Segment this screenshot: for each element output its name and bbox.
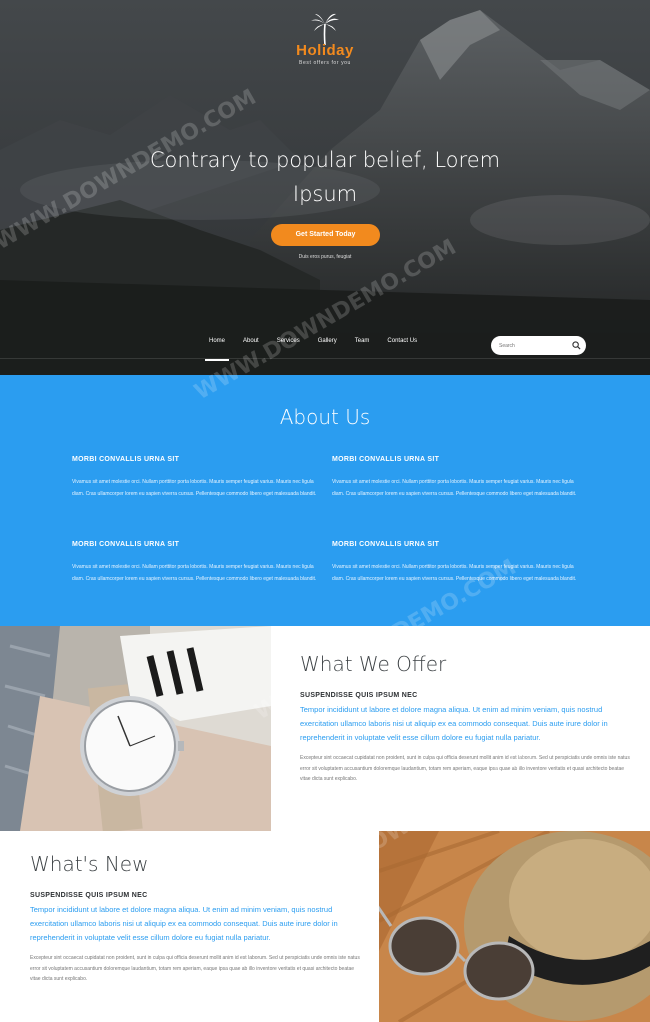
new-lead-text: Tempor incididunt ut labore et dolore ma…	[30, 905, 338, 942]
brand-logo[interactable]: Holiday Best offers for you	[0, 12, 650, 66]
about-item-text: Vivamus sit amet molestie orci. Nullam p…	[332, 564, 577, 582]
about-item-text: Vivamus sit amet molestie orci. Nullam p…	[72, 564, 317, 582]
nav-item-services[interactable]: Services	[268, 336, 309, 360]
about-item: MORBI CONVALLIS URNA SIT Vivamus sit ame…	[332, 456, 582, 500]
nav-item-about[interactable]: About	[234, 336, 268, 360]
hero-banner: Holiday Best offers for you Contrary to …	[0, 0, 650, 375]
about-title: About Us	[279, 405, 371, 429]
hero-title-line2: Ipsum	[292, 182, 358, 206]
brand-name: Holiday	[296, 42, 354, 59]
new-body-text: Excepteur sint occaecat cupidatat non pr…	[30, 955, 360, 982]
nav-item-home[interactable]: Home	[200, 336, 234, 361]
watch-illustration	[0, 626, 271, 831]
main-nav: Home About Services Gallery Team Contact…	[200, 336, 426, 361]
hero-title-line1: Contrary to popular belief, Lorem	[149, 148, 501, 172]
about-item-heading: MORBI CONVALLIS URNA SIT	[72, 541, 180, 548]
nav-item-gallery[interactable]: Gallery	[309, 336, 346, 360]
new-title: What's New	[30, 852, 149, 876]
watch-photo	[0, 626, 271, 831]
about-item: MORBI CONVALLIS URNA SIT Vivamus sit ame…	[332, 541, 582, 585]
about-item: MORBI CONVALLIS URNA SIT Vivamus sit ame…	[72, 456, 322, 500]
about-section: About Us MORBI CONVALLIS URNA SIT Vivamu…	[0, 375, 650, 626]
offer-lead-text: Tempor incididunt ut labore et dolore ma…	[300, 705, 608, 742]
about-item-text: Vivamus sit amet molestie orci. Nullam p…	[72, 479, 317, 497]
what-we-offer-section: What We Offer SUSPENDISSE QUIS IPSUM NEC…	[300, 652, 630, 785]
offer-body-text: Excepteur sint occaecat cupidatat non pr…	[300, 755, 630, 782]
offer-subtitle: SUSPENDISSE QUIS IPSUM NEC	[300, 692, 418, 699]
get-started-button[interactable]: Get Started Today	[271, 224, 380, 246]
new-subtitle: SUSPENDISSE QUIS IPSUM NEC	[30, 892, 148, 899]
palm-tree-icon	[311, 13, 339, 46]
brand-tagline: Best offers for you	[299, 60, 351, 66]
about-item-heading: MORBI CONVALLIS URNA SIT	[72, 456, 180, 463]
hat-sunglasses-photo	[379, 831, 650, 1022]
about-item-heading: MORBI CONVALLIS URNA SIT	[332, 456, 440, 463]
nav-item-contact-us[interactable]: Contact Us	[378, 336, 426, 360]
hero-title: Contrary to popular belief, Lorem Ipsum	[0, 143, 650, 211]
hero-subtext: Duis eros purus, feugiat	[298, 254, 352, 260]
about-item-text: Vivamus sit amet molestie orci. Nullam p…	[332, 479, 577, 497]
hat-sunglasses-illustration	[379, 831, 650, 1022]
offer-title: What We Offer	[300, 652, 447, 676]
search-icon[interactable]	[572, 341, 581, 350]
nav-item-team[interactable]: Team	[346, 336, 379, 360]
about-item-heading: MORBI CONVALLIS URNA SIT	[332, 541, 440, 548]
whats-new-section: What's New SUSPENDISSE QUIS IPSUM NEC Te…	[30, 852, 360, 985]
about-item: MORBI CONVALLIS URNA SIT Vivamus sit ame…	[72, 541, 322, 585]
